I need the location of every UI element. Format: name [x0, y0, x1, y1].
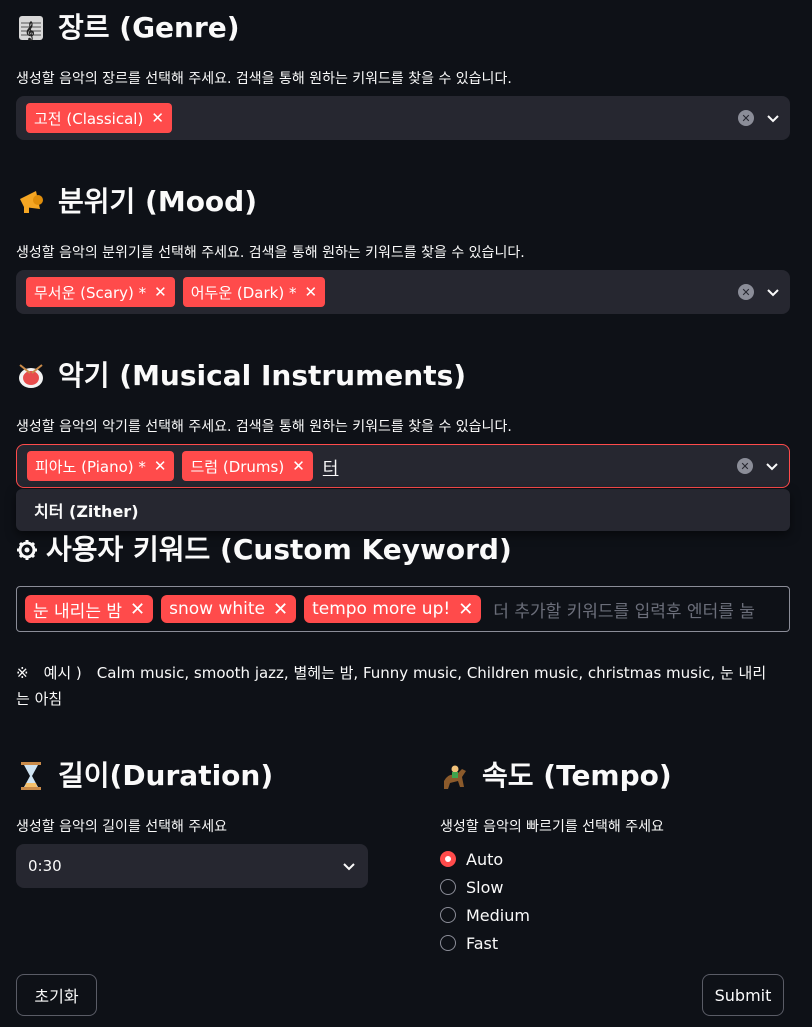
custom-examples: ※ 예시 ) Calm music, smooth jazz, 별헤는 밤, F… [16, 660, 796, 712]
instruments-heading: 악기 (Musical Instruments) [16, 358, 466, 394]
clear-icon[interactable]: ✕ [738, 284, 754, 300]
dropdown-option-label: 치터 (Zither) [34, 502, 139, 521]
examples-line: 는 아침 [16, 690, 63, 708]
duration-title: 길이(Duration) [58, 759, 274, 792]
custom-keyword-input[interactable]: 눈 내리는 밤 ✕ snow white ✕ tempo more up! ✕ 더 추… [16, 586, 790, 632]
duration-value: 0:30 [28, 857, 62, 875]
instrument-tag-label: 피아노 (Piano) * [35, 457, 146, 476]
submit-button[interactable]: Submit [702, 974, 784, 1016]
musical-score-icon: 𝄞 [16, 13, 46, 43]
custom-heading: 사용자 키워드 (Custom Keyword) [16, 532, 512, 568]
clear-icon[interactable]: ✕ [737, 458, 753, 474]
remove-tag-icon[interactable]: ✕ [292, 457, 305, 475]
radio-label: Medium [466, 905, 530, 925]
genre-heading: 𝄞 장르 (Genre) [16, 10, 240, 46]
genre-description: 생성할 음악의 장르를 선택해 주세요. 검색을 통해 원하는 키워드를 찾을 … [16, 71, 512, 87]
gear-icon [16, 535, 38, 565]
custom-keyword-placeholder: 더 추가할 키워드를 입력후 엔터를 눌 [493, 601, 755, 622]
duration-select[interactable]: 0:30 [16, 844, 368, 888]
duration-heading: 길이(Duration) [16, 758, 273, 794]
duration-description: 생성할 음악의 길이를 선택해 주세요 [16, 819, 227, 835]
remove-tag-icon[interactable]: ✕ [458, 599, 473, 620]
remove-tag-icon[interactable]: ✕ [304, 283, 317, 301]
tempo-option-fast[interactable]: Fast [440, 929, 530, 957]
remove-tag-icon[interactable]: ✕ [151, 109, 164, 127]
tempo-option-slow[interactable]: Slow [440, 873, 530, 901]
radio-label: Auto [466, 849, 504, 869]
chevron-down-icon[interactable] [765, 459, 779, 473]
custom-tag: tempo more up! ✕ [304, 595, 482, 623]
tempo-option-auto[interactable]: Auto [440, 845, 530, 873]
genre-multiselect[interactable]: 고전 (Classical) ✕ ✕ [16, 96, 790, 140]
radio-selected-icon [440, 851, 456, 867]
chevron-down-icon[interactable] [342, 859, 356, 873]
tempo-option-medium[interactable]: Medium [440, 901, 530, 929]
mood-heading: 분위기 (Mood) [16, 184, 257, 220]
radio-icon [440, 879, 456, 895]
chevron-down-icon[interactable] [766, 285, 780, 299]
instrument-tag: 드럼 (Drums) ✕ [182, 451, 313, 481]
examples-line: ※ 예시 ) Calm music, smooth jazz, 별헤는 밤, F… [16, 664, 767, 682]
custom-tag: snow white ✕ [161, 595, 297, 623]
tempo-description: 생성할 음악의 빠르기를 선택해 주세요 [440, 819, 664, 835]
radio-label: Fast [466, 933, 499, 953]
mood-tag-label: 어두운 (Dark) * [190, 283, 297, 302]
drum-icon [16, 361, 46, 391]
megaphone-icon [16, 187, 46, 217]
mood-tag-label: 무서운 (Scary) * [34, 283, 147, 302]
mood-description: 생성할 음악의 분위기를 선택해 주세요. 검색을 통해 원하는 키워드를 찾을… [16, 245, 525, 261]
genre-tag-label: 고전 (Classical) [34, 109, 144, 128]
custom-tag: 눈 내리는 밤 ✕ [25, 595, 154, 623]
hourglass-icon [16, 761, 46, 791]
instrument-tag: 피아노 (Piano) * ✕ [27, 451, 175, 481]
radio-icon [440, 935, 456, 951]
radio-icon [440, 907, 456, 923]
remove-tag-icon[interactable]: ✕ [273, 599, 288, 620]
horse-racing-icon [440, 761, 470, 791]
remove-tag-icon[interactable]: ✕ [154, 457, 167, 475]
remove-tag-icon[interactable]: ✕ [154, 283, 167, 301]
tempo-radio-group: Auto Slow Medium Fast [440, 845, 530, 957]
reset-button[interactable]: 초기화 [16, 974, 97, 1016]
genre-title: 장르 (Genre) [58, 11, 240, 44]
instruments-description: 생성할 음악의 악기를 선택해 주세요. 검색을 통해 원하는 키워드를 찾을 … [16, 419, 512, 435]
instruments-title: 악기 (Musical Instruments) [58, 359, 467, 392]
instrument-tag-label: 드럼 (Drums) [190, 457, 285, 476]
svg-text:𝄞: 𝄞 [25, 21, 34, 41]
custom-tag-label: tempo more up! [312, 599, 451, 619]
tempo-heading: 속도 (Tempo) [440, 758, 672, 794]
mood-title: 분위기 (Mood) [58, 185, 258, 218]
remove-tag-icon[interactable]: ✕ [130, 599, 145, 620]
instruments-multiselect[interactable]: 피아노 (Piano) * ✕ 드럼 (Drums) ✕ 터 ✕ [16, 444, 790, 488]
instrument-search-input[interactable]: 터 [323, 454, 339, 479]
custom-tag-label: snow white [169, 599, 265, 619]
custom-title: 사용자 키워드 (Custom Keyword) [46, 533, 512, 566]
chevron-down-icon[interactable] [766, 111, 780, 125]
radio-label: Slow [466, 877, 504, 897]
tempo-title: 속도 (Tempo) [482, 759, 672, 792]
genre-tag: 고전 (Classical) ✕ [26, 103, 172, 133]
dropdown-option-zither[interactable]: 치터 (Zither) [16, 489, 790, 531]
mood-tag: 어두운 (Dark) * ✕ [182, 277, 326, 307]
mood-multiselect[interactable]: 무서운 (Scary) * ✕ 어두운 (Dark) * ✕ ✕ [16, 270, 790, 314]
clear-icon[interactable]: ✕ [738, 110, 754, 126]
mood-tag: 무서운 (Scary) * ✕ [26, 277, 175, 307]
custom-tag-label: 눈 내리는 밤 [33, 601, 123, 622]
